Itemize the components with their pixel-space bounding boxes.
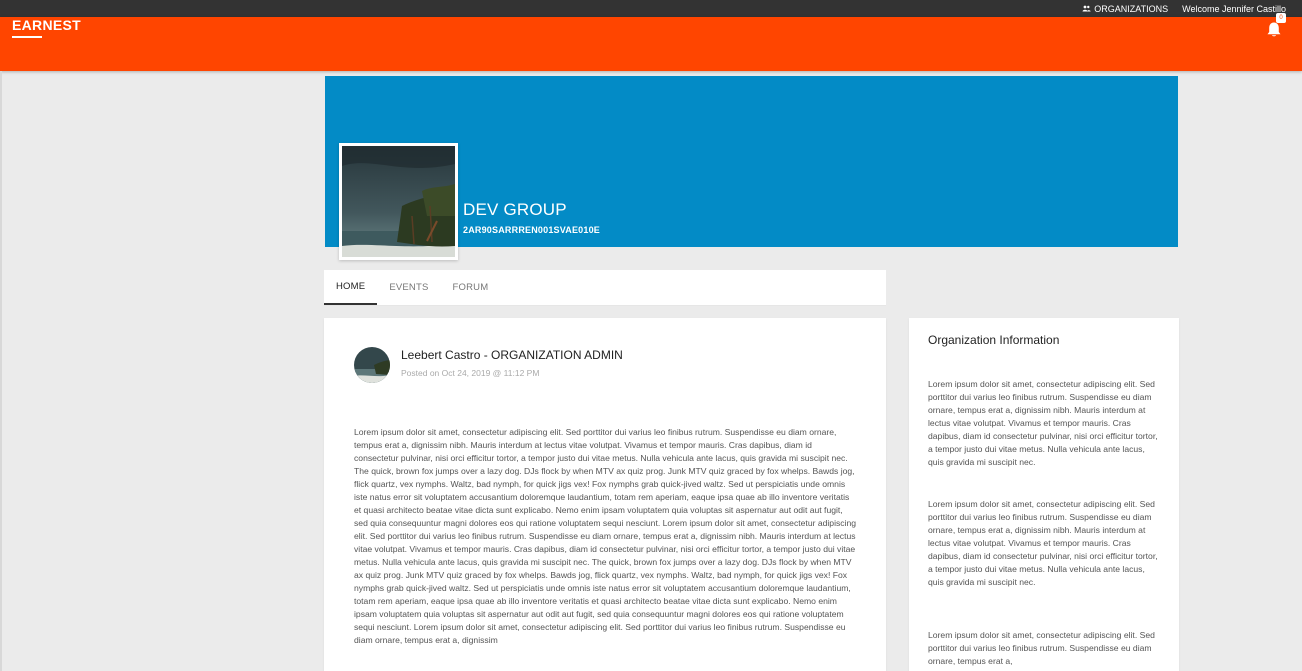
top-utility-bar: ORGANIZATIONS Welcome Jennifer Castillo bbox=[0, 0, 1302, 17]
organization-info-card: Organization Information Lorem ipsum dol… bbox=[909, 318, 1179, 671]
tab-home[interactable]: HOME bbox=[324, 270, 378, 305]
group-name: DEV GROUP bbox=[463, 200, 567, 219]
post-body: Lorem ipsum dolor sit amet, consectetur … bbox=[354, 427, 857, 645]
group-photo bbox=[342, 146, 455, 257]
page-left-border bbox=[0, 71, 2, 671]
notification-bell-icon[interactable] bbox=[1264, 20, 1284, 40]
group-avatar bbox=[339, 143, 458, 260]
tab-events[interactable]: EVENTS bbox=[377, 270, 440, 305]
group-code: 2AR90SARRREN001SVAE010E bbox=[463, 225, 600, 235]
tab-forum[interactable]: FORUM bbox=[441, 270, 501, 305]
organization-info-title: Organization Information bbox=[928, 333, 1060, 347]
organizations-link[interactable]: ORGANIZATIONS bbox=[1082, 4, 1168, 14]
brand-underline bbox=[12, 36, 42, 38]
organization-info-paragraph: Lorem ipsum dolor sit amet, consectetur … bbox=[928, 630, 1155, 666]
main-navbar bbox=[0, 17, 1302, 71]
organization-info-paragraph: Lorem ipsum dolor sit amet, consectetur … bbox=[928, 379, 1158, 467]
brand-logo[interactable]: EARNEST bbox=[12, 17, 81, 33]
author-photo bbox=[354, 347, 390, 383]
post-card: Leebert Castro - ORGANIZATION ADMIN Post… bbox=[324, 318, 886, 671]
post-date: Posted on Oct 24, 2019 @ 11:12 PM bbox=[401, 368, 540, 378]
group-icon bbox=[1082, 5, 1091, 12]
notification-count-badge: 0 bbox=[1276, 13, 1286, 23]
organization-info-paragraph: Lorem ipsum dolor sit amet, consectetur … bbox=[928, 499, 1158, 587]
author-avatar[interactable] bbox=[354, 347, 390, 383]
welcome-text[interactable]: Welcome Jennifer Castillo bbox=[1182, 4, 1286, 14]
organizations-label: ORGANIZATIONS bbox=[1094, 3, 1169, 14]
group-tabs: HOME EVENTS FORUM bbox=[324, 270, 886, 306]
post-author[interactable]: Leebert Castro - ORGANIZATION ADMIN bbox=[401, 348, 623, 362]
